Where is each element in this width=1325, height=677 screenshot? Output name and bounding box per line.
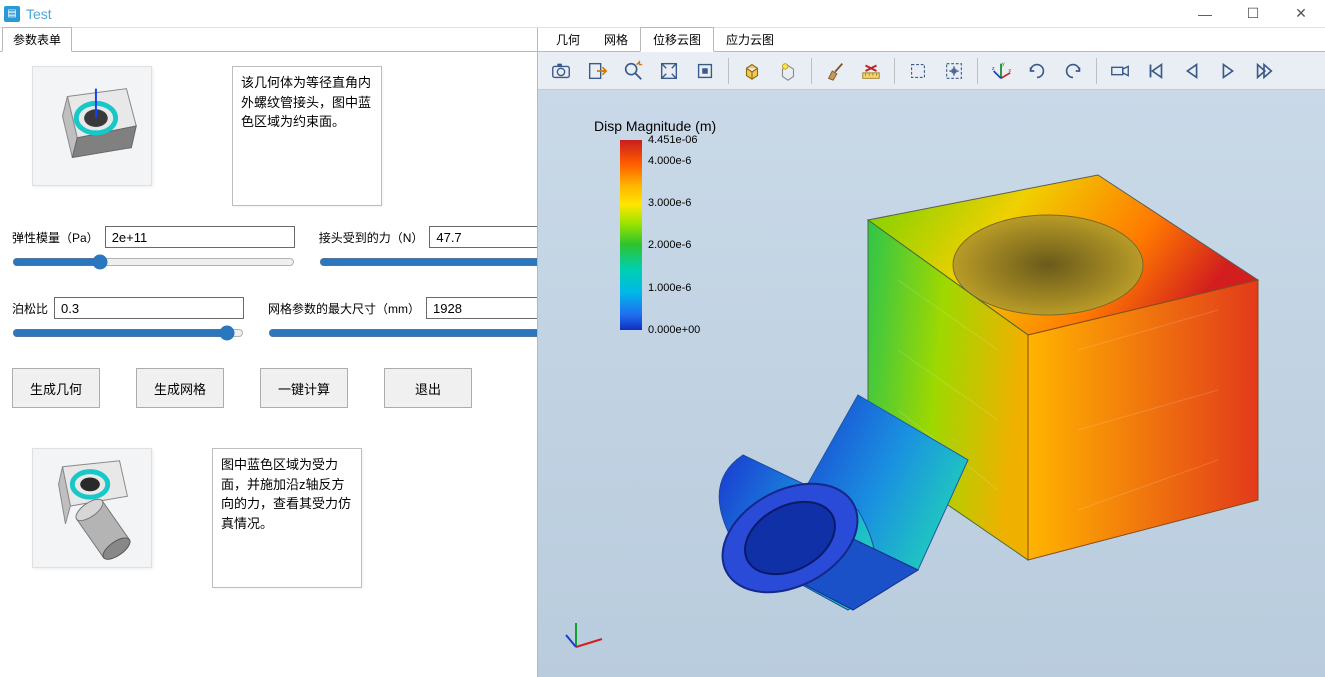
viewer-toolbar: yx z	[538, 52, 1325, 90]
select-cross-icon[interactable]	[937, 56, 971, 86]
fit-box-icon[interactable]	[652, 56, 686, 86]
select-rect-icon[interactable]	[901, 56, 935, 86]
exit-button[interactable]: 退出	[384, 368, 472, 408]
camera-icon[interactable]	[544, 56, 578, 86]
zoom-icon[interactable]	[616, 56, 650, 86]
slider-poisson[interactable]	[12, 325, 244, 341]
svg-text:z: z	[992, 66, 995, 72]
result-model	[538, 90, 1318, 670]
slider-mesh[interactable]	[268, 325, 537, 341]
maximize-button[interactable]: ☐	[1233, 4, 1273, 24]
slider-elastic[interactable]	[12, 254, 295, 270]
minimize-button[interactable]: —	[1185, 4, 1225, 24]
geometry-thumbnail-2	[32, 448, 152, 568]
rotate-cw-icon[interactable]	[1020, 56, 1054, 86]
seek-prev-icon[interactable]	[1175, 56, 1209, 86]
seek-last-icon[interactable]	[1247, 56, 1281, 86]
left-tabstrip: 参数表单	[0, 28, 537, 52]
description-box-1: 该几何体为等径直角内外螺纹管接头，图中蓝色区域为约束面。	[232, 66, 382, 206]
input-poisson[interactable]	[54, 297, 244, 319]
right-tabstrip: 几何 网格 位移云图 应力云图	[538, 28, 1325, 52]
export-icon[interactable]	[580, 56, 614, 86]
left-panel: 参数表单 该几何体为等径	[0, 28, 538, 677]
axis-triad-icon	[564, 613, 608, 657]
tab-params[interactable]: 参数表单	[2, 27, 72, 52]
box3d-icon[interactable]	[735, 56, 769, 86]
label-elastic: 弹性模量（Pa）	[12, 229, 99, 246]
play-icon[interactable]	[1211, 56, 1245, 86]
record-icon[interactable]	[1103, 56, 1137, 86]
tab-geometry[interactable]: 几何	[544, 28, 592, 51]
label-poisson: 泊松比	[12, 300, 48, 317]
geometry-thumbnail-1	[32, 66, 152, 186]
description-box-2: 图中蓝色区域为受力面，并施加沿z轴反方向的力，查看其受力仿真情况。	[212, 448, 362, 588]
bulb-box-icon[interactable]	[771, 56, 805, 86]
seek-first-icon[interactable]	[1139, 56, 1173, 86]
ruler-x-icon[interactable]	[854, 56, 888, 86]
window-title: Test	[26, 6, 52, 22]
fit-icon[interactable]	[688, 56, 722, 86]
axes-icon[interactable]: yx z	[984, 56, 1018, 86]
input-force[interactable]	[429, 226, 537, 248]
tab-mesh[interactable]: 网格	[592, 28, 640, 51]
right-panel: 几何 网格 位移云图 应力云图 yx z	[538, 28, 1325, 677]
label-mesh: 网格参数的最大尺寸（mm）	[268, 300, 420, 317]
window-controls: — ☐ ✕	[1185, 4, 1321, 24]
viewport-3d[interactable]: Disp Magnitude (m) 4.451e-06 4.000e-6 3.…	[538, 90, 1325, 677]
svg-text:y: y	[1002, 61, 1005, 67]
gen-mesh-button[interactable]: 生成网格	[136, 368, 224, 408]
svg-text:x: x	[1008, 67, 1011, 73]
rotate-ccw-icon[interactable]	[1056, 56, 1090, 86]
app-icon: ▤	[4, 6, 20, 22]
tab-displacement[interactable]: 位移云图	[640, 27, 714, 52]
tab-stress[interactable]: 应力云图	[714, 28, 786, 51]
titlebar: ▤ Test — ☐ ✕	[0, 0, 1325, 28]
gen-geometry-button[interactable]: 生成几何	[12, 368, 100, 408]
input-elastic[interactable]	[105, 226, 295, 248]
close-button[interactable]: ✕	[1281, 4, 1321, 24]
input-mesh[interactable]	[426, 297, 537, 319]
compute-button[interactable]: 一键计算	[260, 368, 348, 408]
slider-force[interactable]	[319, 254, 537, 270]
brush-icon[interactable]	[818, 56, 852, 86]
label-force: 接头受到的力（N）	[319, 229, 424, 246]
